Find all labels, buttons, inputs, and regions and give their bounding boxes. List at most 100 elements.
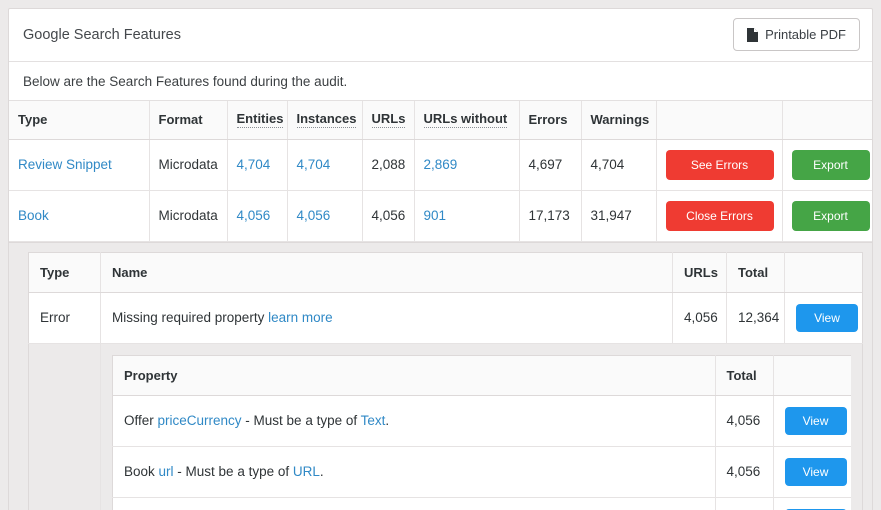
cell-action-errors: Close Errors — [656, 190, 782, 241]
cell-action-errors: See Errors — [656, 139, 782, 190]
property-prefix: Offer — [124, 413, 158, 428]
table-row: Review Snippet Microdata 4,704 4,704 2,0… — [9, 139, 872, 190]
printable-pdf-label: Printable PDF — [765, 27, 846, 42]
export-button[interactable]: Export — [792, 150, 870, 180]
cell-format: Microdata — [149, 190, 227, 241]
cell-action-export: Export — [782, 139, 872, 190]
table-header-row: Type Format Entities Instances URLs URLs… — [9, 101, 872, 139]
cell-action-export: Export — [782, 190, 872, 241]
cell-entities: 4,056 — [227, 190, 287, 241]
property-table-row: Property Total Offer priceCurrency - Mus… — [29, 343, 863, 510]
cell-instances: 4,056 — [287, 190, 362, 241]
cell-format: Microdata — [149, 139, 227, 190]
cell-error-total: 12,364 — [727, 292, 785, 343]
cell-property-desc: Book url - Must be a type of URL. — [113, 446, 716, 497]
document-icon — [747, 28, 758, 42]
cell-errors: 4,697 — [519, 139, 581, 190]
column-header-urls-without[interactable]: URLs without — [414, 101, 519, 139]
property-type-link[interactable]: Text — [361, 413, 386, 428]
entities-link[interactable]: 4,056 — [237, 208, 271, 223]
property-middle: - Must be a type of — [242, 413, 361, 428]
see-errors-button[interactable]: See Errors — [666, 150, 774, 180]
column-header-errors: Errors — [519, 101, 581, 139]
urls-without-link[interactable]: 901 — [424, 208, 447, 223]
cell-property-action: View — [773, 497, 851, 510]
printable-pdf-button[interactable]: Printable PDF — [733, 18, 860, 51]
cell-entities: 4,704 — [227, 139, 287, 190]
property-name-link[interactable]: priceCurrency — [158, 413, 242, 428]
column-header-instances[interactable]: Instances — [287, 101, 362, 139]
column-header-error-type: Type — [29, 252, 101, 292]
cell-property-total: 4,056 — [715, 395, 773, 446]
urls-without-link[interactable]: 2,869 — [424, 157, 458, 172]
indent-spacer — [29, 343, 101, 510]
cell-property-total: 4,056 — [715, 446, 773, 497]
cell-type: Review Snippet — [9, 139, 149, 190]
cell-error-type: Error — [29, 292, 101, 343]
column-header-error-action — [785, 252, 863, 292]
column-header-urls[interactable]: URLs — [362, 101, 414, 139]
cell-warnings: 4,704 — [581, 139, 656, 190]
cell-property-total: 4,056 — [715, 497, 773, 510]
cell-error-urls: 4,056 — [673, 292, 727, 343]
instances-link[interactable]: 4,056 — [297, 208, 331, 223]
card-header: Google Search Features Printable PDF — [9, 9, 872, 62]
error-name-text: Missing required property — [112, 310, 264, 325]
cell-property-desc: Book workExample - Must be a type of Cre… — [113, 497, 716, 510]
cell-urls-without: 901 — [414, 190, 519, 241]
search-features-card: Google Search Features Printable PDF Bel… — [8, 8, 873, 510]
property-type-link[interactable]: URL — [293, 464, 320, 479]
search-features-table: Type Format Entities Instances URLs URLs… — [9, 101, 872, 242]
view-button[interactable]: View — [785, 458, 847, 486]
feature-type-link[interactable]: Book — [18, 208, 49, 223]
instances-link[interactable]: 4,704 — [297, 157, 331, 172]
column-header-format: Format — [149, 101, 227, 139]
column-header-entities[interactable]: Entities — [227, 101, 287, 139]
cell-type: Book — [9, 190, 149, 241]
property-table-host: Property Total Offer priceCurrency - Mus… — [101, 343, 863, 510]
page-title: Google Search Features — [23, 9, 181, 62]
cell-urls: 2,088 — [362, 139, 414, 190]
column-header-warnings: Warnings — [581, 101, 656, 139]
cell-property-action: View — [773, 446, 851, 497]
subtitle-text: Below are the Search Features found duri… — [9, 62, 872, 101]
property-table: Property Total Offer priceCurrency - Mus… — [112, 355, 851, 510]
property-prefix: Book — [124, 464, 159, 479]
export-button[interactable]: Export — [792, 201, 870, 231]
column-header-property-action — [773, 355, 851, 395]
cell-errors: 17,173 — [519, 190, 581, 241]
column-header-property: Property — [113, 355, 716, 395]
cell-property-desc: Offer priceCurrency - Must be a type of … — [113, 395, 716, 446]
column-header-type: Type — [9, 101, 149, 139]
entities-link[interactable]: 4,704 — [237, 157, 271, 172]
feature-type-link[interactable]: Review Snippet — [18, 157, 112, 172]
column-header-error-total: Total — [727, 252, 785, 292]
cell-instances: 4,704 — [287, 139, 362, 190]
property-middle: - Must be a type of — [174, 464, 293, 479]
expanded-errors-panel: Type Name URLs Total Error Missing requi… — [9, 242, 872, 510]
close-errors-button[interactable]: Close Errors — [666, 201, 774, 231]
property-name-link[interactable]: url — [159, 464, 174, 479]
property-row: Offer priceCurrency - Must be a type of … — [113, 395, 852, 446]
cell-property-action: View — [773, 395, 851, 446]
property-row: Book workExample - Must be a type of Cre… — [113, 497, 852, 510]
column-header-actions-1 — [656, 101, 782, 139]
column-header-error-urls: URLs — [673, 252, 727, 292]
cell-urls-without: 2,869 — [414, 139, 519, 190]
learn-more-link[interactable]: learn more — [268, 310, 333, 325]
property-header-row: Property Total — [113, 355, 852, 395]
cell-warnings: 31,947 — [581, 190, 656, 241]
cell-error-action: View — [785, 292, 863, 343]
cell-urls: 4,056 — [362, 190, 414, 241]
errors-table: Type Name URLs Total Error Missing requi… — [28, 252, 863, 510]
property-suffix: . — [385, 413, 389, 428]
property-row: Book url - Must be a type of URL. 4,056 … — [113, 446, 852, 497]
error-row: Error Missing required property learn mo… — [29, 292, 863, 343]
cell-error-name: Missing required property learn more — [101, 292, 673, 343]
table-row: Book Microdata 4,056 4,056 4,056 901 17,… — [9, 190, 872, 241]
errors-header-row: Type Name URLs Total — [29, 252, 863, 292]
view-button[interactable]: View — [796, 304, 858, 332]
property-suffix: . — [320, 464, 324, 479]
view-button[interactable]: View — [785, 407, 847, 435]
column-header-actions-2 — [782, 101, 872, 139]
